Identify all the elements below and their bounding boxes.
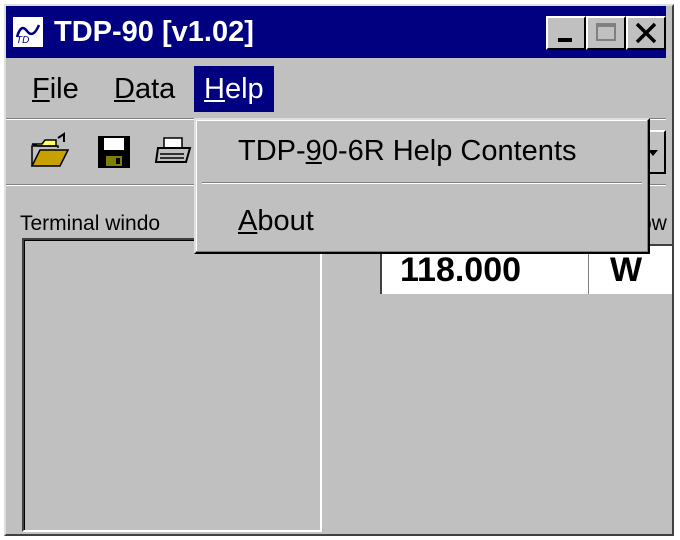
readout-value: 118.000: [400, 251, 522, 289]
menu-file-mnemonic: F: [32, 73, 50, 105]
app-icon[interactable]: TD: [12, 16, 44, 48]
minimize-icon[interactable]: [546, 16, 586, 50]
close-icon[interactable]: [626, 16, 666, 50]
help-contents-mnemonic: 9: [305, 135, 322, 167]
menu-help-label: elp: [224, 73, 264, 105]
menu-help[interactable]: Help: [194, 66, 274, 112]
menu-file[interactable]: File: [22, 66, 89, 112]
save-disk-icon[interactable]: [94, 132, 134, 172]
menu-data-label: ata: [134, 73, 176, 105]
help-menu-dropdown: TDP-90-6R Help Contents About: [194, 118, 650, 254]
terminal-window-box[interactable]: [22, 238, 322, 532]
maximize-icon[interactable]: [586, 16, 626, 50]
about-label-post: bout: [257, 205, 314, 237]
window-title: TDP-90 [v1.02]: [54, 16, 254, 48]
open-folder-icon[interactable]: [30, 132, 70, 172]
terminal-window-label: Terminal windo: [20, 212, 161, 235]
readout-unit: W: [610, 251, 643, 289]
svg-text:TD: TD: [16, 35, 29, 46]
menu-file-label: ile: [49, 73, 79, 105]
about-mnemonic: A: [238, 205, 258, 237]
menu-separator: [202, 182, 642, 184]
help-contents-label-pre: TDP-: [238, 135, 306, 167]
help-contents-item[interactable]: TDP-90-6R Help Contents: [200, 128, 644, 174]
menu-bar: File Data Help: [6, 64, 666, 116]
menu-data[interactable]: Data: [104, 66, 185, 112]
print-icon[interactable]: [154, 132, 194, 172]
title-bar[interactable]: TD TDP-90 [v1.02]: [6, 6, 666, 58]
about-item[interactable]: About: [200, 198, 644, 244]
menu-help-mnemonic: H: [204, 73, 225, 105]
help-contents-label-post: 0-6R Help Contents: [321, 135, 577, 167]
menu-data-mnemonic: D: [114, 73, 135, 105]
